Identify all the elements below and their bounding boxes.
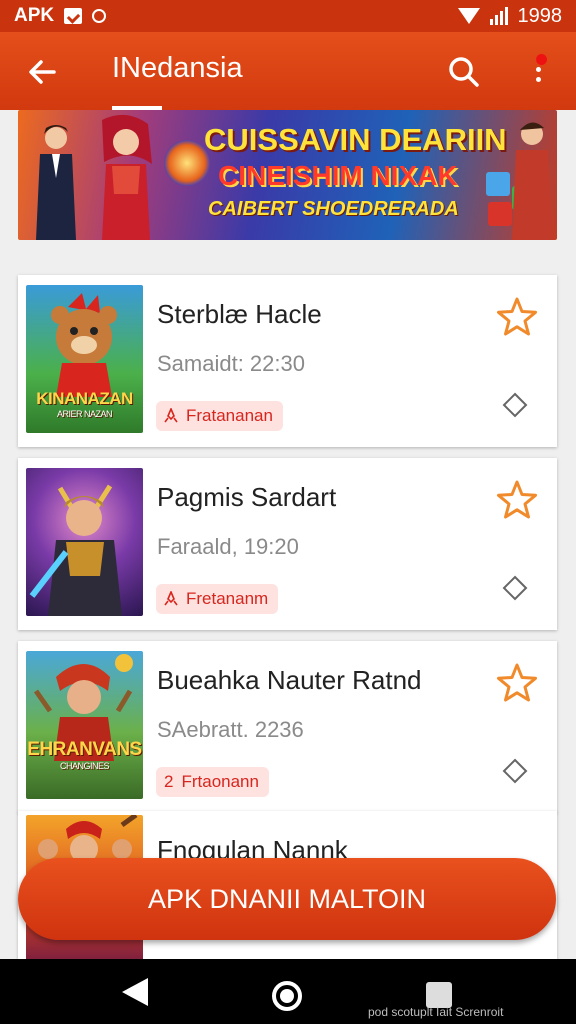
back-triangle-icon[interactable]	[122, 978, 148, 1006]
game-tag[interactable]: 2 Frtaonann	[156, 767, 269, 797]
thumbnail-subtitle: CHANGINES	[59, 761, 110, 771]
game-date: Faraald, 19:20	[157, 534, 299, 559]
game-tag[interactable]: Fretananm	[156, 584, 279, 614]
status-app-label: APK	[14, 5, 55, 26]
signal-icon	[489, 7, 508, 25]
game-thumbnail: EHRANVANS CHANGINES	[26, 651, 143, 799]
warrior-character-icon	[29, 484, 122, 616]
game-name: Pagmis Sardart	[157, 482, 337, 512]
promo-banner[interactable]: CUISSAVIN DEARIIN CINEISHIM NIXAK CAIBER…	[18, 110, 557, 240]
banner-cube-icon	[488, 202, 512, 226]
alarm-icon	[92, 9, 107, 23]
banner-cube-icon	[486, 172, 510, 196]
notification-badge	[536, 54, 547, 65]
banner-line-2: CINEISHIM NIXAK	[218, 160, 458, 191]
rocket-icon	[164, 408, 178, 423]
app-bar: INedansia	[0, 32, 576, 110]
search-button[interactable]	[446, 54, 482, 90]
banner-line-3: CAIBERT SHOEDRERADA	[208, 198, 459, 220]
diamond-outline-icon[interactable]	[501, 391, 529, 419]
thumbnail-title: EHRANVANS	[27, 739, 142, 760]
game-tag-label: Frtaonann	[181, 772, 259, 791]
page-title: INedansia	[112, 52, 243, 84]
star-outline-icon[interactable]	[495, 295, 539, 339]
game-thumbnail: KINANAZAN ARIER NAZAN	[26, 285, 143, 433]
diamond-outline-icon[interactable]	[501, 574, 529, 602]
game-thumbnail	[26, 468, 143, 616]
screenshot-watermark: pod scotuplt Iait Screnroit	[368, 1005, 504, 1019]
game-card[interactable]: KINANAZAN ARIER NAZAN Sterblæ Hacle Sama…	[18, 275, 557, 447]
back-button[interactable]	[24, 54, 60, 90]
download-apk-button[interactable]: APK DNANII MALTOIN	[18, 858, 556, 940]
search-icon	[449, 57, 479, 87]
game-date: SAebratt. 2236	[157, 717, 304, 742]
banner-figure-icon	[512, 122, 552, 240]
game-tag-label: Fretananm	[186, 589, 269, 608]
game-card[interactable]: EHRANVANS CHANGINES Bueahka Nauter Ratnd…	[18, 641, 557, 813]
game-name: Bueahka Nauter Ratnd	[157, 665, 422, 695]
banner-character-icon	[36, 125, 76, 240]
thumbnail-title: KINANAZAN	[36, 389, 133, 408]
game-tag[interactable]: Fratananan	[156, 401, 283, 431]
notification-icon	[64, 8, 83, 24]
hero-character-icon	[33, 654, 133, 761]
home-circle-icon[interactable]	[272, 981, 302, 1011]
star-outline-icon[interactable]	[495, 661, 539, 705]
more-options-button[interactable]	[526, 52, 550, 92]
arrow-left-icon	[29, 60, 56, 84]
game-date: Samaidt: 22:30	[157, 351, 305, 376]
game-card[interactable]: Pagmis Sardart Faraald, 19:20 Fretananm	[18, 458, 557, 630]
banner-hero-icon	[102, 114, 152, 240]
status-time: 1998	[517, 4, 563, 27]
diamond-outline-icon[interactable]	[501, 757, 529, 785]
star-outline-icon[interactable]	[495, 478, 539, 522]
thumbnail-subtitle: ARIER NAZAN	[56, 409, 113, 419]
rocket-icon	[164, 591, 178, 606]
banner-line-1: CUISSAVIN DEARIIN	[204, 122, 507, 157]
game-tag-label: Fratananan	[186, 406, 273, 425]
game-name: Sterblæ Hacle	[157, 299, 322, 329]
game-tag-icon: 2	[164, 772, 174, 791]
wifi-icon	[457, 8, 480, 24]
status-bar: APK 1998	[0, 0, 576, 32]
